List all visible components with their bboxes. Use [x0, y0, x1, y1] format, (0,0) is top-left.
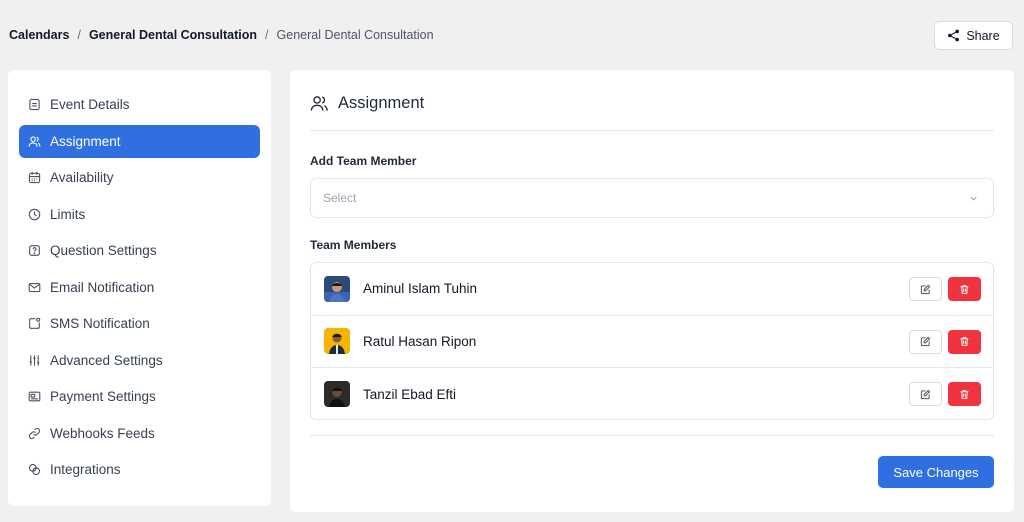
sidebar-item-availability[interactable]: Availability [19, 161, 260, 194]
sidebar-item-question-settings[interactable]: Question Settings [19, 234, 260, 267]
sidebar-item-label: Advanced Settings [50, 352, 163, 368]
sidebar-item-label: Assignment [50, 133, 121, 149]
team-members-list: Aminul Islam Tuhin Ratul Hasan Ripon Tan… [310, 262, 994, 420]
sidebar-item-label: Webhooks Feeds [50, 425, 155, 441]
sidebar-item-label: Payment Settings [50, 389, 156, 404]
users-icon [310, 94, 329, 113]
breadcrumb-separator: / [265, 28, 269, 42]
member-name: Tanzil Ebad Efti [363, 386, 457, 402]
footer-divider [310, 435, 994, 436]
sidebar-item-label: Integrations [50, 462, 121, 477]
edit-member-button[interactable] [909, 329, 942, 354]
edit-member-button[interactable] [909, 382, 942, 406]
clock-icon [28, 208, 41, 221]
mail-icon [28, 281, 41, 294]
sidebar-item-email-notification[interactable]: Email Notification [19, 271, 260, 304]
delete-member-button[interactable] [948, 329, 981, 354]
calendar-icon [28, 171, 41, 184]
share-button[interactable]: Share [934, 21, 1013, 50]
save-changes-button[interactable]: Save Changes [878, 456, 994, 488]
sidebar-item-label: Email Notification [50, 279, 155, 295]
panel-header: Assignment [310, 94, 424, 113]
header-divider [310, 130, 994, 131]
share-icon [947, 29, 960, 42]
page-title: Assignment [338, 94, 425, 112]
breadcrumb-separator: / [77, 28, 81, 42]
list-item: Tanzil Ebad Efti [311, 368, 993, 421]
document-icon [28, 98, 41, 111]
share-label: Share [966, 28, 1000, 43]
settings-sidebar: Event Details Assignment Availability Li… [8, 70, 271, 506]
breadcrumb-event[interactable]: General Dental Consultation [89, 28, 257, 42]
top-bar: Calendars / General Dental Consultation … [0, 0, 1024, 70]
breadcrumb: Calendars / General Dental Consultation … [9, 28, 434, 42]
sidebar-item-label: Event Details [50, 97, 130, 112]
edit-icon [920, 389, 931, 400]
assignment-panel: Assignment Add Team Member Select Team M… [290, 70, 1014, 512]
avatar [324, 328, 350, 355]
sidebar-item-payment-settings[interactable]: Payment Settings [19, 380, 260, 413]
team-member-select[interactable]: Select [310, 178, 994, 218]
sidebar-item-webhooks-feeds[interactable]: Webhooks Feeds [19, 417, 260, 450]
select-placeholder: Select [323, 191, 357, 205]
edit-icon [920, 284, 931, 295]
sidebar-item-advanced-settings[interactable]: Advanced Settings [19, 344, 260, 377]
list-item: Ratul Hasan Ripon [311, 316, 993, 368]
trash-icon [959, 389, 970, 400]
sidebar-item-label: Limits [50, 206, 86, 222]
sidebar-item-label: Question Settings [50, 243, 157, 258]
avatar [324, 275, 350, 302]
sidebar-item-limits[interactable]: Limits [19, 198, 260, 231]
chevron-down-icon [968, 193, 979, 204]
edit-icon [920, 336, 931, 347]
sidebar-item-integrations[interactable]: Integrations [19, 453, 260, 486]
avatar [324, 381, 350, 408]
sidebar-item-event-details[interactable]: Event Details [19, 88, 260, 121]
delete-member-button[interactable] [948, 382, 981, 406]
integrations-icon [28, 463, 41, 476]
users-icon [28, 135, 41, 148]
sidebar-item-label: Availability [50, 170, 114, 185]
trash-icon [959, 284, 970, 295]
question-icon [28, 244, 41, 257]
breadcrumb-current: General Dental Consultation [276, 28, 434, 42]
sidebar-item-label: SMS Notification [50, 316, 150, 331]
breadcrumb-calendars[interactable]: Calendars [9, 28, 69, 42]
add-team-member-label: Add Team Member [310, 154, 417, 168]
sidebar-item-assignment[interactable]: Assignment [19, 124, 260, 158]
team-members-label: Team Members [310, 238, 397, 252]
edit-member-button[interactable] [909, 277, 942, 301]
sms-icon [28, 317, 41, 330]
link-icon [28, 427, 41, 440]
trash-icon [959, 336, 970, 347]
payment-icon [28, 390, 41, 403]
list-item: Aminul Islam Tuhin [311, 263, 993, 316]
delete-member-button[interactable] [948, 277, 981, 301]
sidebar-item-sms-notification[interactable]: SMS Notification [19, 307, 260, 340]
sliders-icon [28, 354, 41, 367]
member-name: Aminul Islam Tuhin [363, 281, 478, 297]
member-name: Ratul Hasan Ripon [363, 333, 477, 349]
